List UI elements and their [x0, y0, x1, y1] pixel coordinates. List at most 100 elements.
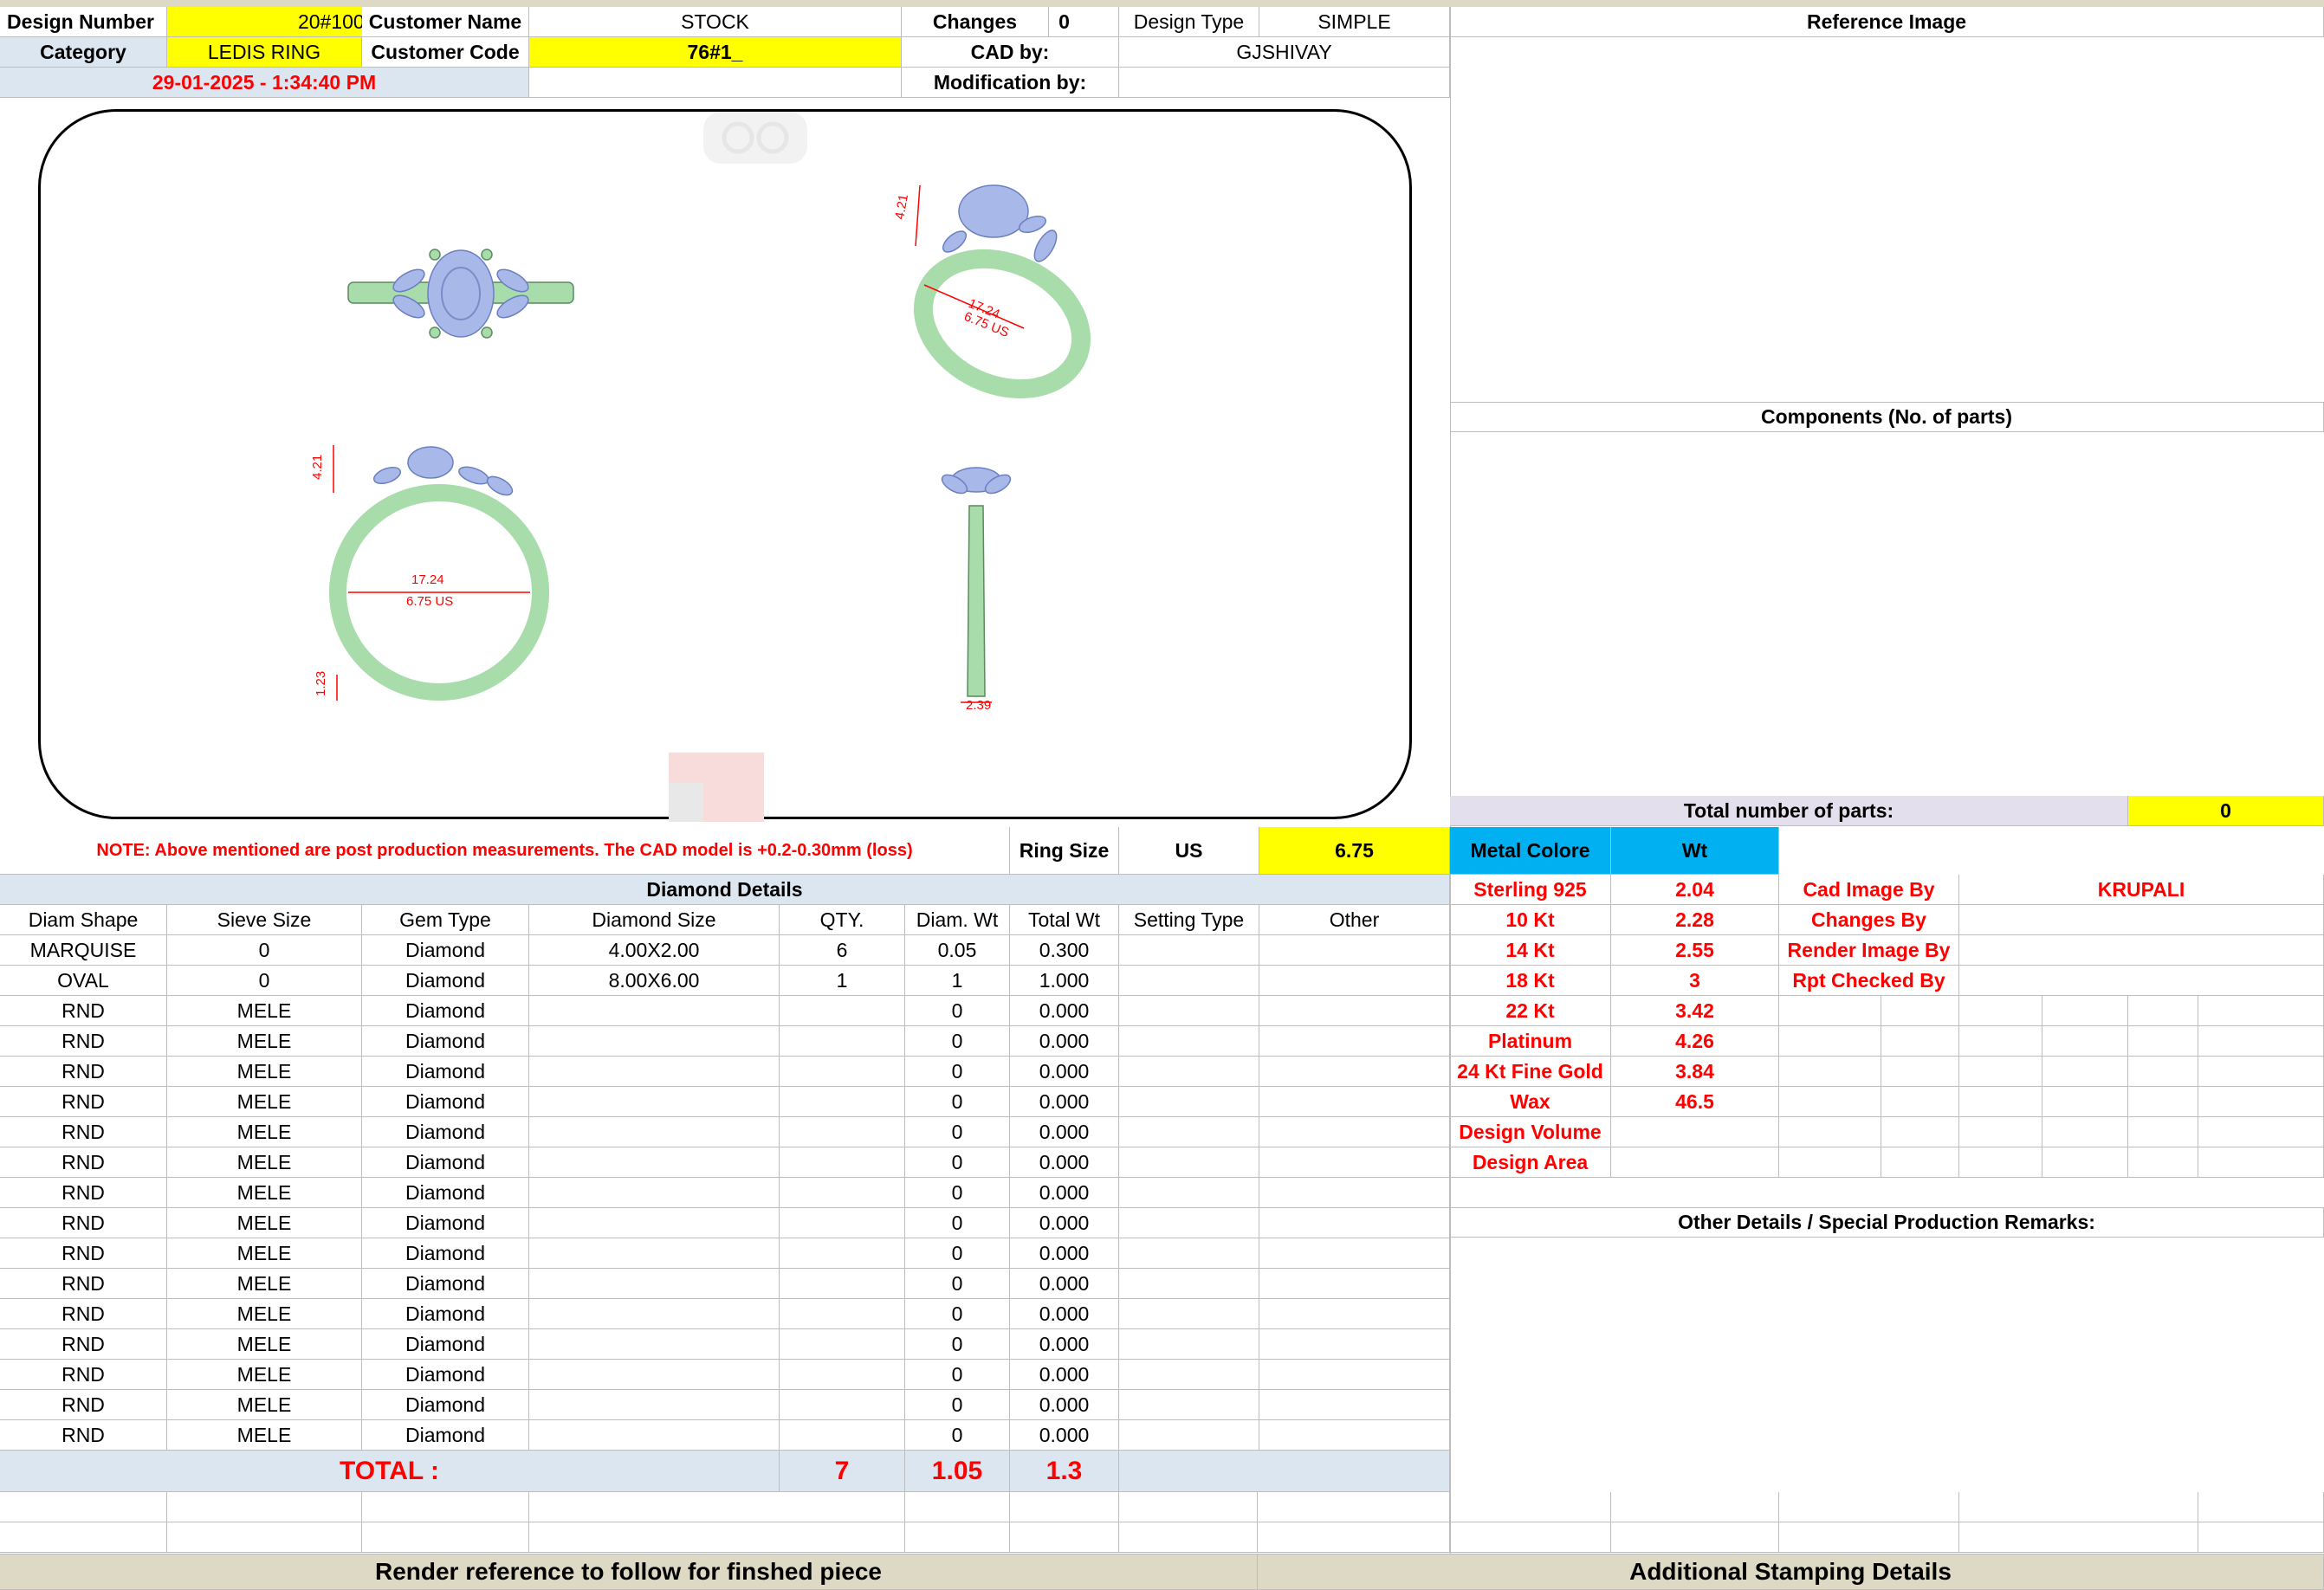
credit-value[interactable]	[1959, 905, 2324, 935]
diamond-cell[interactable]: RND	[0, 1299, 167, 1329]
metal-wt[interactable]: 3.42	[1611, 996, 1779, 1026]
diamond-cell[interactable]	[1119, 1026, 1259, 1057]
diamond-cell[interactable]	[529, 1269, 780, 1299]
diamond-cell[interactable]: RND	[0, 1238, 167, 1269]
diamond-cell[interactable]	[780, 1057, 905, 1087]
diamond-cell[interactable]	[780, 1208, 905, 1238]
diamond-cell[interactable]	[529, 1147, 780, 1178]
diamond-cell[interactable]: 0	[905, 1360, 1010, 1390]
metal-wt[interactable]: 2.55	[1611, 935, 1779, 966]
diamond-cell[interactable]: 0	[905, 1026, 1010, 1057]
diamond-cell[interactable]: Diamond	[362, 1026, 529, 1057]
diamond-cell[interactable]	[1259, 996, 1450, 1026]
diamond-cell[interactable]: 0.000	[1010, 1390, 1119, 1420]
diamond-cell[interactable]	[1119, 996, 1259, 1026]
diamond-cell[interactable]	[529, 1178, 780, 1208]
diamond-cell[interactable]	[1119, 935, 1259, 966]
diamond-cell[interactable]: Diamond	[362, 1390, 529, 1420]
diamond-cell[interactable]: 0	[905, 1117, 1010, 1147]
diamond-cell[interactable]	[780, 996, 905, 1026]
diamond-cell[interactable]	[1259, 1390, 1450, 1420]
diamond-cell[interactable]: MELE	[167, 1117, 362, 1147]
diamond-cell[interactable]: Diamond	[362, 1087, 529, 1117]
diamond-cell[interactable]	[529, 1299, 780, 1329]
diamond-cell[interactable]	[1119, 1299, 1259, 1329]
diamond-cell[interactable]	[780, 1360, 905, 1390]
diamond-cell[interactable]: MARQUISE	[0, 935, 167, 966]
diamond-cell[interactable]: 0.000	[1010, 1329, 1119, 1360]
diamond-cell[interactable]	[529, 1238, 780, 1269]
diamond-cell[interactable]	[1119, 1420, 1259, 1451]
diamond-cell[interactable]: MELE	[167, 1420, 362, 1451]
diamond-cell[interactable]: Diamond	[362, 935, 529, 966]
diamond-cell[interactable]: 0	[905, 1147, 1010, 1178]
diamond-cell[interactable]	[780, 1299, 905, 1329]
diamond-cell[interactable]	[780, 1087, 905, 1117]
diamond-cell[interactable]	[1259, 1026, 1450, 1057]
diamond-cell[interactable]	[529, 1420, 780, 1451]
diamond-cell[interactable]	[1119, 1178, 1259, 1208]
diamond-cell[interactable]	[529, 1390, 780, 1420]
diamond-cell[interactable]	[1119, 1390, 1259, 1420]
metal-wt[interactable]	[1611, 1147, 1779, 1178]
diamond-cell[interactable]	[1119, 1360, 1259, 1390]
diamond-cell[interactable]	[780, 1178, 905, 1208]
diamond-cell[interactable]: RND	[0, 996, 167, 1026]
diamond-cell[interactable]: MELE	[167, 1360, 362, 1390]
diamond-cell[interactable]	[780, 1390, 905, 1420]
diamond-cell[interactable]: Diamond	[362, 1360, 529, 1390]
diamond-cell[interactable]	[1259, 1057, 1450, 1087]
diamond-cell[interactable]	[1119, 1329, 1259, 1360]
diamond-cell[interactable]: 0.000	[1010, 1087, 1119, 1117]
diamond-cell[interactable]	[1259, 1238, 1450, 1269]
diamond-cell[interactable]: RND	[0, 1117, 167, 1147]
diamond-cell[interactable]	[1119, 1238, 1259, 1269]
diamond-cell[interactable]: MELE	[167, 1269, 362, 1299]
diamond-cell[interactable]: Diamond	[362, 1299, 529, 1329]
diamond-cell[interactable]: RND	[0, 1178, 167, 1208]
diamond-cell[interactable]: 0.000	[1010, 1117, 1119, 1147]
diamond-cell[interactable]: RND	[0, 1147, 167, 1178]
diamond-cell[interactable]	[1259, 1178, 1450, 1208]
diamond-cell[interactable]: Diamond	[362, 1178, 529, 1208]
diamond-cell[interactable]	[529, 1057, 780, 1087]
diamond-cell[interactable]: Diamond	[362, 1269, 529, 1299]
diamond-cell[interactable]: MELE	[167, 1057, 362, 1087]
diamond-cell[interactable]: 0.000	[1010, 1420, 1119, 1451]
diamond-cell[interactable]: 0.000	[1010, 1360, 1119, 1390]
diamond-cell[interactable]	[780, 1420, 905, 1451]
diamond-cell[interactable]	[1259, 1269, 1450, 1299]
diamond-cell[interactable]: Diamond	[362, 1117, 529, 1147]
diamond-cell[interactable]: RND	[0, 1208, 167, 1238]
diamond-cell[interactable]: MELE	[167, 1329, 362, 1360]
credit-value[interactable]	[1959, 966, 2324, 996]
diamond-cell[interactable]	[1259, 1299, 1450, 1329]
diamond-cell[interactable]	[1119, 1269, 1259, 1299]
diamond-cell[interactable]: MELE	[167, 1026, 362, 1057]
diamond-cell[interactable]	[529, 996, 780, 1026]
metal-wt[interactable]: 46.5	[1611, 1087, 1779, 1117]
diamond-cell[interactable]: RND	[0, 1087, 167, 1117]
diamond-cell[interactable]: MELE	[167, 996, 362, 1026]
credit-value[interactable]	[1959, 935, 2324, 966]
cad-by-value[interactable]: GJSHIVAY	[1119, 37, 1450, 68]
ring-size-value[interactable]: 6.75	[1259, 827, 1450, 875]
changes-value[interactable]: 0	[1010, 7, 1119, 37]
diamond-cell[interactable]: 0.000	[1010, 1147, 1119, 1178]
diamond-cell[interactable]	[780, 1329, 905, 1360]
diamond-cell[interactable]: OVAL	[0, 966, 167, 996]
diamond-cell[interactable]: 0	[905, 1087, 1010, 1117]
diamond-cell[interactable]	[1119, 966, 1259, 996]
customer-name-value[interactable]: STOCK	[529, 7, 902, 37]
diamond-cell[interactable]: 0	[905, 1269, 1010, 1299]
diamond-cell[interactable]: 8.00X6.00	[529, 966, 780, 996]
diamond-cell[interactable]	[1119, 1208, 1259, 1238]
diamond-cell[interactable]: 0	[905, 1208, 1010, 1238]
diamond-cell[interactable]	[529, 1087, 780, 1117]
diamond-cell[interactable]	[780, 1026, 905, 1057]
diamond-cell[interactable]: 0	[905, 1057, 1010, 1087]
diamond-cell[interactable]	[1259, 1147, 1450, 1178]
diamond-cell[interactable]: RND	[0, 1360, 167, 1390]
credit-value[interactable]: KRUPALI	[1959, 875, 2324, 905]
diamond-cell[interactable]	[1259, 1360, 1450, 1390]
